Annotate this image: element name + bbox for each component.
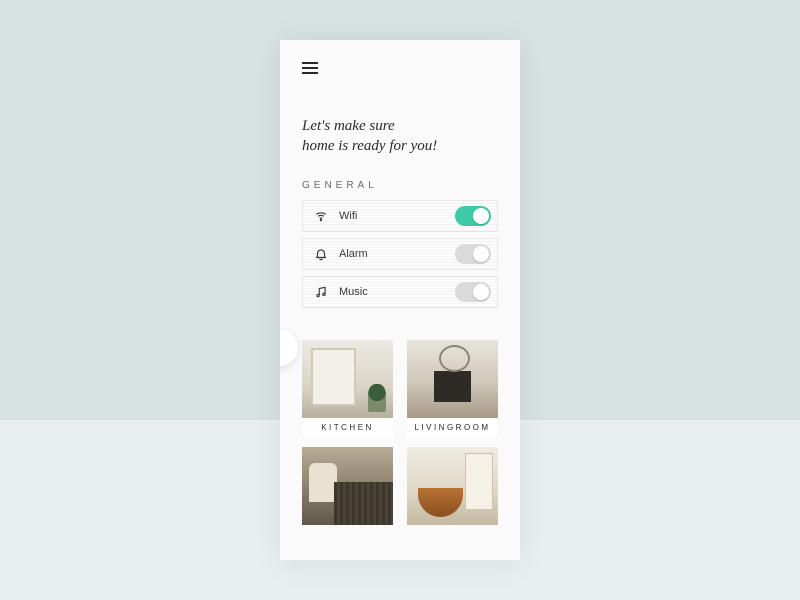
room-thumb bbox=[302, 447, 393, 525]
control-label: Wifi bbox=[339, 210, 455, 222]
music-toggle[interactable] bbox=[455, 282, 491, 302]
control-row-wifi: Wifi bbox=[302, 200, 498, 232]
bell-icon bbox=[313, 246, 329, 262]
room-caption: LIVINGROOM bbox=[407, 418, 498, 437]
wifi-toggle[interactable] bbox=[455, 206, 491, 226]
room-thumb bbox=[302, 340, 393, 418]
room-thumb bbox=[407, 447, 498, 525]
greeting-line-2: home is ready for you! bbox=[302, 138, 437, 154]
floating-circle-button[interactable] bbox=[280, 330, 298, 366]
room-card-kitchen[interactable]: KITCHEN bbox=[302, 340, 393, 437]
alarm-toggle[interactable] bbox=[455, 244, 491, 264]
rooms-grid: KITCHEN LIVINGROOM bbox=[302, 340, 498, 525]
phone-frame: Let's make sure home is ready for you! G… bbox=[280, 40, 520, 560]
control-label: Music bbox=[339, 286, 455, 298]
room-card-livingroom[interactable]: LIVINGROOM bbox=[407, 340, 498, 437]
room-card-bath[interactable] bbox=[407, 447, 498, 525]
section-label-general: GENERAL bbox=[302, 180, 378, 191]
room-card-bedroom[interactable] bbox=[302, 447, 393, 525]
general-controls: Wifi Alarm Music bbox=[302, 200, 498, 314]
greeting-line-1: Let's make sure bbox=[302, 118, 395, 134]
room-caption: KITCHEN bbox=[302, 418, 393, 437]
control-label: Alarm bbox=[339, 248, 455, 260]
music-icon bbox=[313, 284, 329, 300]
control-row-music: Music bbox=[302, 276, 498, 308]
room-thumb bbox=[407, 340, 498, 418]
control-row-alarm: Alarm bbox=[302, 238, 498, 270]
menu-button[interactable] bbox=[302, 62, 318, 74]
greeting-text: Let's make sure home is ready for you! bbox=[302, 116, 498, 157]
wifi-icon bbox=[313, 208, 329, 224]
